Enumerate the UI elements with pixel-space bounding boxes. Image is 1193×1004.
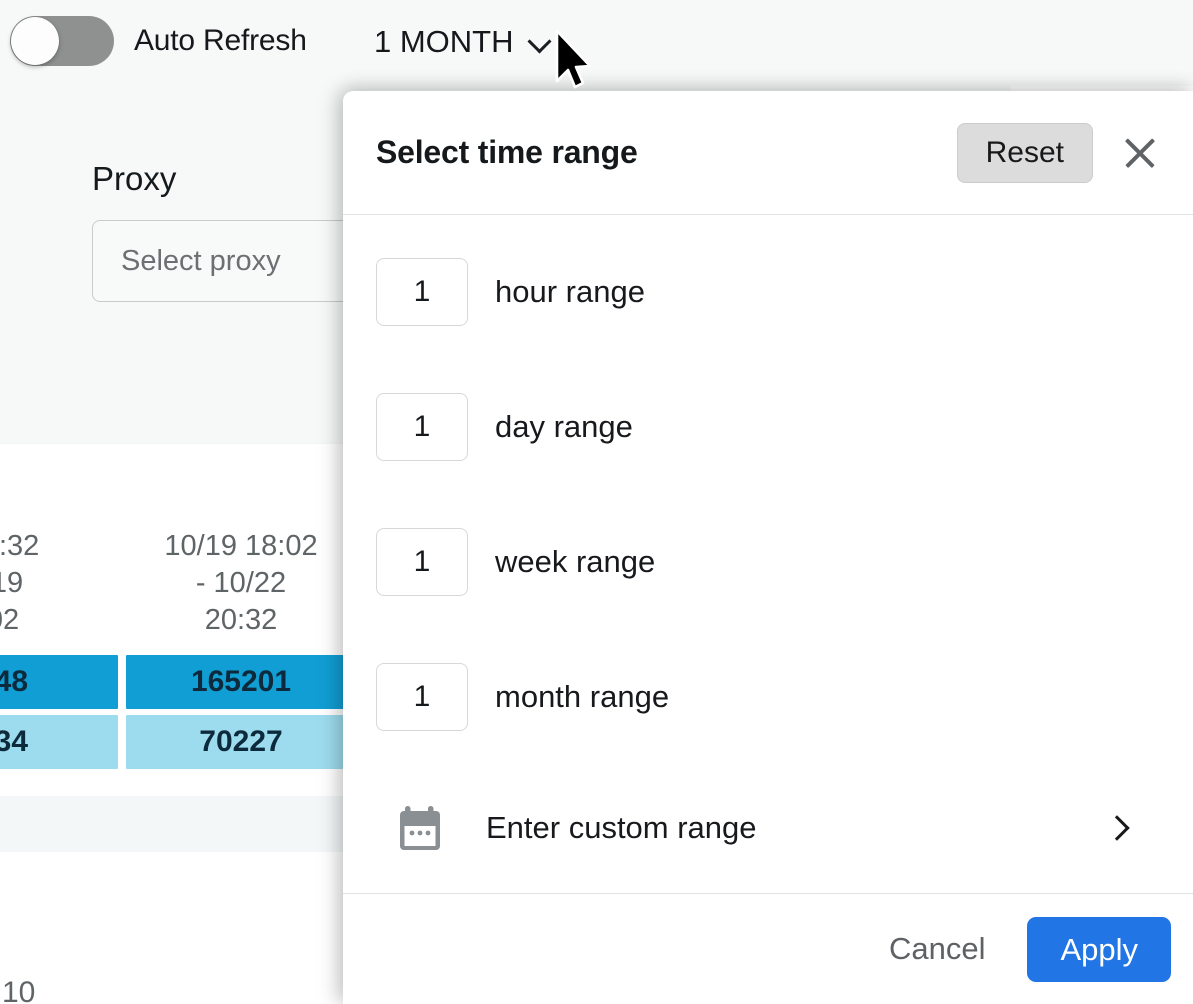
time-range-selector[interactable]: 1 MONTH — [374, 24, 552, 60]
range-label-week: week range — [495, 544, 655, 580]
auto-refresh-label: Auto Refresh — [134, 24, 307, 58]
reset-button[interactable]: Reset — [957, 123, 1093, 183]
range-label-hour: hour range — [495, 274, 645, 310]
enter-custom-range-label: Enter custom range — [486, 810, 1106, 846]
range-label-month: month range — [495, 679, 669, 715]
range-row-hour: hour range — [376, 245, 1160, 339]
range-row-week: week range — [376, 515, 1160, 609]
auto-refresh-control[interactable]: Auto Refresh — [10, 16, 307, 66]
heatmap-header-cell: 10/19 18:02- 10/2220:32 — [126, 528, 356, 649]
range-label-day: day range — [495, 409, 633, 445]
heatmap-cell: 248 — [0, 655, 118, 709]
chevron-down-icon[interactable] — [530, 31, 552, 53]
range-input-month[interactable] — [376, 663, 468, 731]
select-time-range-dialog: Select time range Reset hour range day ra… — [343, 91, 1193, 1004]
range-input-hour[interactable] — [376, 258, 468, 326]
range-row-day: day range — [376, 380, 1160, 474]
range-row-month: month range — [376, 650, 1160, 744]
dialog-body: hour range day range week range month range… — [343, 215, 1193, 893]
close-icon[interactable] — [1117, 130, 1163, 176]
cut-off-label: 10 — [2, 976, 35, 1004]
proxy-select-placeholder: Select proxy — [121, 245, 281, 278]
dialog-header: Select time range Reset — [343, 91, 1193, 215]
dialog-title: Select time range — [376, 134, 957, 171]
calendar-icon — [394, 802, 446, 854]
heatmap-header-cell: 15:32/1902 — [0, 528, 118, 649]
dialog-footer: Cancel Apply — [343, 893, 1193, 1004]
range-input-day[interactable] — [376, 393, 468, 461]
heatmap-cell: 70227 — [126, 715, 356, 769]
cancel-button[interactable]: Cancel — [871, 921, 1004, 977]
heatmap-cell: 034 — [0, 715, 118, 769]
range-rows: hour range day range week range month range — [376, 245, 1160, 744]
chevron-right-icon[interactable] — [1106, 816, 1130, 840]
heatmap-cell: 165201 — [126, 655, 356, 709]
enter-custom-range-row[interactable]: Enter custom range — [376, 785, 1160, 871]
time-range-selector-label: 1 MONTH — [374, 24, 514, 60]
apply-button[interactable]: Apply — [1027, 917, 1171, 982]
auto-refresh-toggle[interactable] — [10, 16, 114, 66]
range-input-week[interactable] — [376, 528, 468, 596]
toggle-knob — [11, 17, 59, 65]
